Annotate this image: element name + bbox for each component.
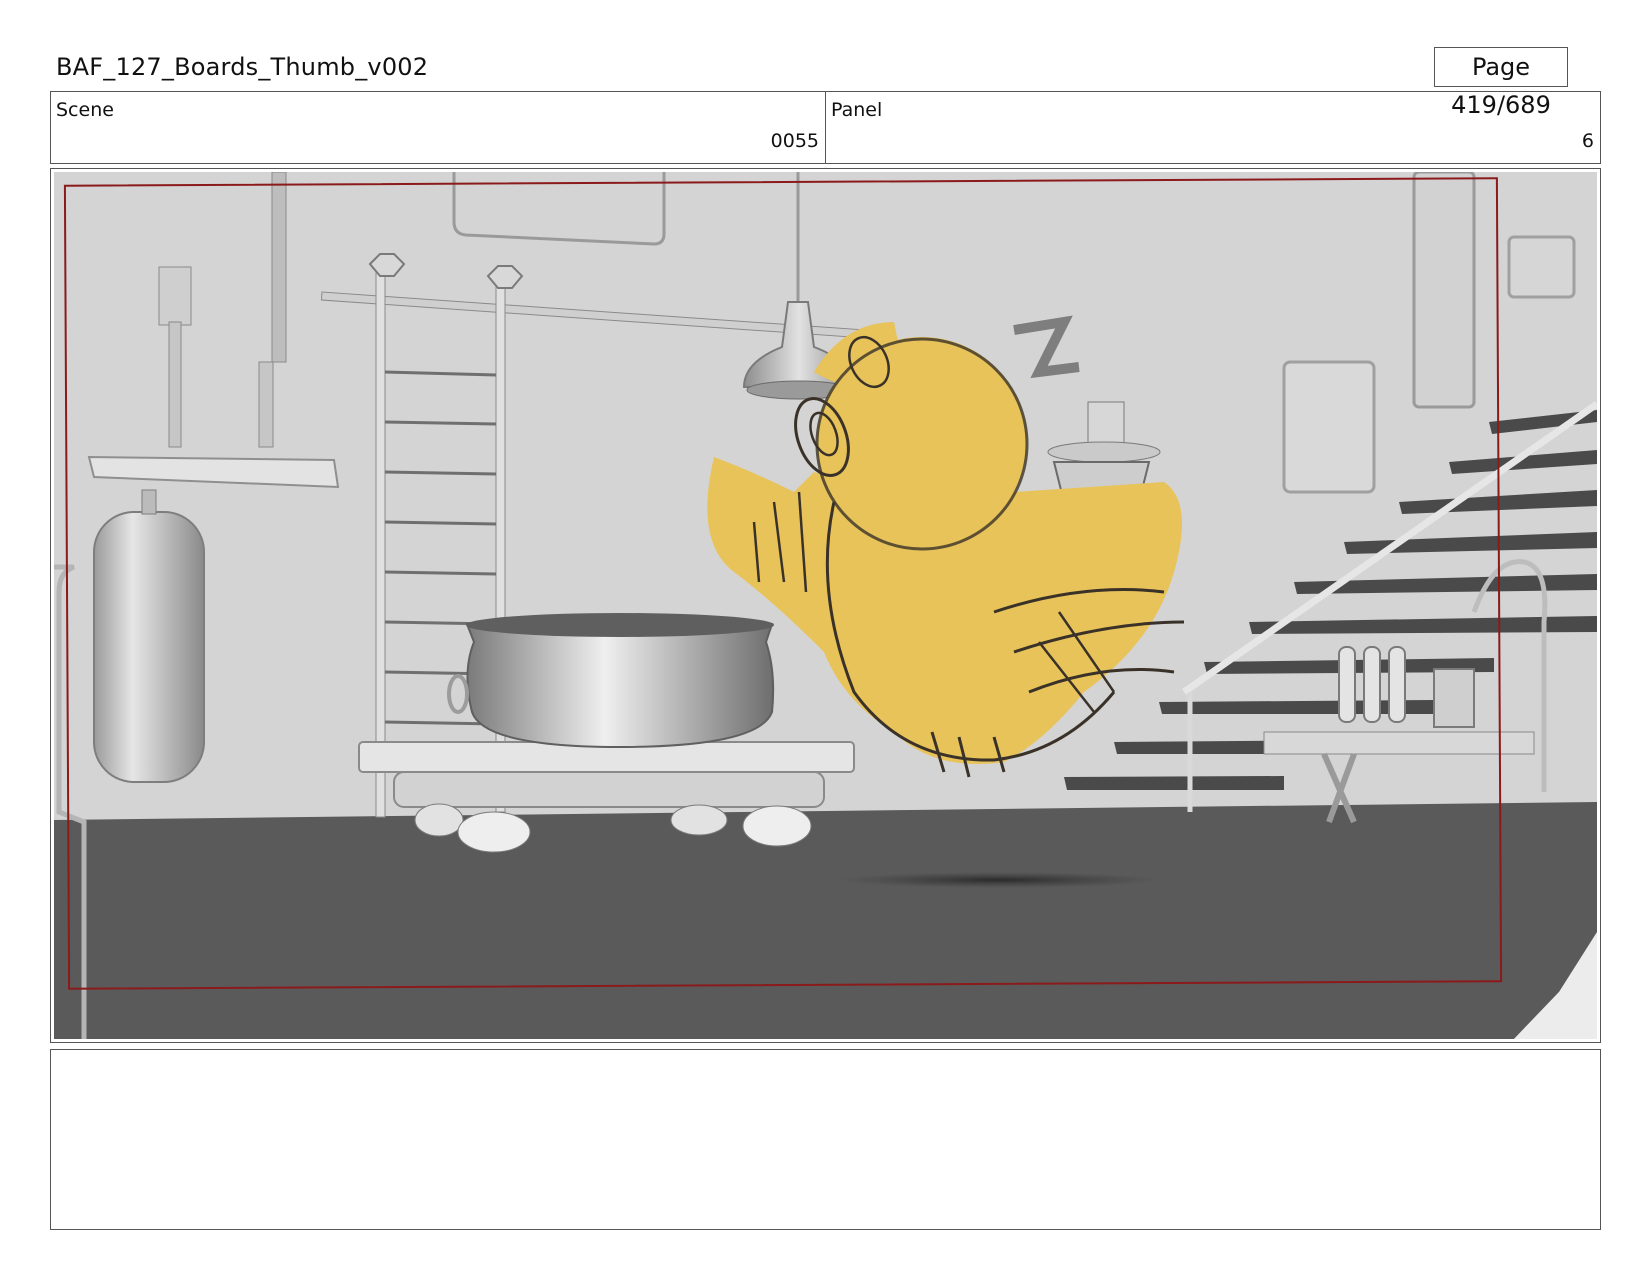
storyboard-panel-image (54, 172, 1597, 1039)
candle-stick (271, 172, 287, 363)
bust-brim (1047, 441, 1161, 463)
table-foot (742, 805, 812, 847)
wall-panel (1282, 360, 1376, 494)
candle-holder (258, 361, 274, 448)
candle-holder (168, 321, 182, 448)
floor (54, 802, 1597, 1039)
candle-stick (158, 266, 192, 326)
wall-panel (1507, 235, 1576, 299)
scene-label: Scene (56, 99, 114, 121)
panel-notes-box (50, 1049, 1601, 1230)
tank-valve (141, 489, 157, 515)
storyboard-panel-frame (50, 168, 1601, 1043)
panel-cell: Panel 6 (825, 92, 1600, 163)
document-title: BAF_127_Boards_Thumb_v002 (56, 53, 429, 81)
cauldron (465, 617, 775, 749)
scene-panel-info-row: Scene 0055 Panel 6 (50, 91, 1601, 164)
scene-number: 0055 (770, 130, 819, 152)
wall-panel (1412, 172, 1476, 409)
cauldron-rim (466, 613, 774, 637)
page-number-box: Page 419/689 (1434, 47, 1568, 119)
ladder-side (375, 271, 386, 818)
table-foot (414, 803, 464, 837)
gas-tank (93, 511, 205, 783)
bust-hat (1087, 401, 1125, 449)
table-foot (670, 804, 728, 836)
table-foot (457, 811, 531, 853)
panel-label: Panel (831, 99, 883, 121)
character-shadow (839, 872, 1159, 888)
scene-cell: Scene 0055 (51, 92, 825, 163)
lab-bench (1263, 731, 1535, 755)
panel-number: 6 (1581, 130, 1594, 152)
pot-table-base (393, 771, 825, 808)
